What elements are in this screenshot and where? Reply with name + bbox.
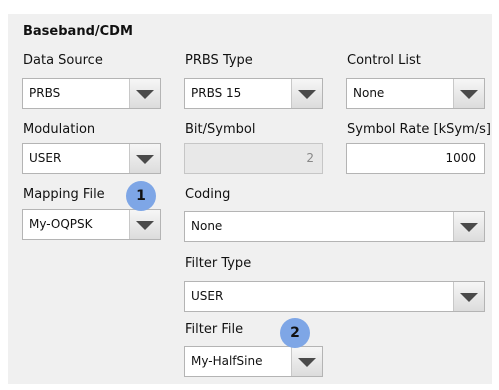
control-list-value: None bbox=[353, 86, 385, 100]
symbol-rate-label: Symbol Rate [kSym/s] bbox=[347, 122, 491, 137]
coding-value: None bbox=[191, 219, 223, 233]
modulation-label: Modulation bbox=[23, 122, 96, 137]
callout-badge-2: 2 bbox=[280, 318, 310, 348]
chevron-down-icon[interactable] bbox=[291, 79, 322, 108]
filter-file-value: My-HalfSine bbox=[191, 354, 263, 368]
chevron-down-icon[interactable] bbox=[129, 210, 160, 239]
chevron-down-icon[interactable] bbox=[453, 282, 484, 311]
data-source-label: Data Source bbox=[23, 53, 103, 68]
modulation-value: USER bbox=[29, 151, 62, 165]
callout-badge-1: 1 bbox=[126, 181, 156, 211]
chevron-down-icon[interactable] bbox=[129, 144, 160, 173]
filter-type-dropdown[interactable]: USER bbox=[184, 281, 485, 312]
bit-symbol-value: 2 bbox=[306, 151, 314, 165]
bit-symbol-label: Bit/Symbol bbox=[185, 122, 256, 137]
filter-file-label: Filter File bbox=[185, 322, 244, 337]
modulation-dropdown[interactable]: USER bbox=[22, 143, 161, 174]
coding-label: Coding bbox=[185, 187, 231, 202]
mapping-file-label: Mapping File bbox=[23, 187, 105, 202]
prbs-type-label: PRBS Type bbox=[185, 53, 253, 68]
chevron-down-icon[interactable] bbox=[453, 79, 484, 108]
bit-symbol-field: 2 bbox=[184, 143, 323, 174]
filter-type-value: USER bbox=[191, 289, 224, 303]
chevron-down-icon[interactable] bbox=[129, 79, 160, 108]
prbs-type-value: PRBS 15 bbox=[191, 86, 242, 100]
control-list-dropdown[interactable]: None bbox=[346, 78, 485, 109]
data-source-value: PRBS bbox=[29, 86, 61, 100]
filter-file-dropdown[interactable]: My-HalfSine bbox=[184, 346, 323, 377]
control-list-label: Control List bbox=[347, 53, 421, 68]
filter-type-label: Filter Type bbox=[185, 256, 252, 271]
section-title: Baseband/CDM bbox=[23, 24, 133, 39]
chevron-down-icon[interactable] bbox=[291, 347, 322, 376]
mapping-file-dropdown[interactable]: My-OQPSK bbox=[22, 209, 161, 240]
prbs-type-dropdown[interactable]: PRBS 15 bbox=[184, 78, 323, 109]
symbol-rate-field[interactable]: 1000 bbox=[346, 143, 485, 174]
data-source-dropdown[interactable]: PRBS bbox=[22, 78, 161, 109]
chevron-down-icon[interactable] bbox=[453, 212, 484, 241]
symbol-rate-value: 1000 bbox=[445, 151, 476, 165]
mapping-file-value: My-OQPSK bbox=[29, 217, 93, 231]
coding-dropdown[interactable]: None bbox=[184, 211, 485, 242]
